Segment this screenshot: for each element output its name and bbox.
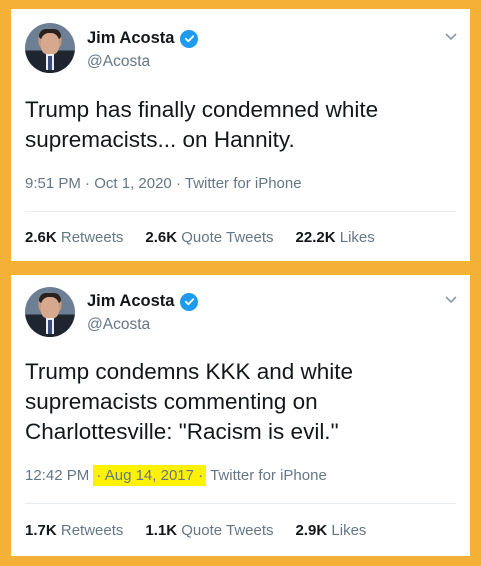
- tweet-stats: 2.6K Retweets 2.6K Quote Tweets 22.2K Li…: [25, 229, 375, 246]
- chevron-down-icon[interactable]: [444, 292, 458, 306]
- meta-separator: ·: [175, 175, 181, 192]
- meta-separator: ·: [198, 467, 204, 484]
- tweet-date[interactable]: Oct 1, 2020: [94, 175, 172, 192]
- chevron-down-icon[interactable]: [444, 29, 458, 43]
- retweets-count: 1.7K: [25, 522, 57, 539]
- meta-separator: ·: [85, 175, 91, 192]
- quote-tweets-stat[interactable]: 1.1K Quote Tweets: [145, 522, 273, 539]
- tweet-text-line: supremacists commenting on: [25, 389, 318, 414]
- quote-tweets-stat[interactable]: 2.6K Quote Tweets: [145, 229, 273, 246]
- likes-label: Likes: [339, 229, 375, 246]
- tweet-text-line: Trump condemns KKK and white: [25, 359, 354, 384]
- quote-tweets-count: 2.6K: [145, 229, 178, 246]
- author-handle[interactable]: @Acosta: [87, 316, 150, 334]
- tweet-source[interactable]: Twitter for iPhone: [185, 175, 302, 192]
- author-name-row[interactable]: Jim Acosta: [87, 292, 199, 311]
- retweets-stat[interactable]: 1.7K Retweets: [25, 522, 123, 539]
- avatar[interactable]: [25, 287, 75, 337]
- tweet-date[interactable]: Aug 14, 2017: [105, 467, 194, 484]
- retweets-label: Retweets: [60, 522, 124, 539]
- likes-stat[interactable]: 22.2K Likes: [296, 229, 375, 246]
- tweet-stats: 1.7K Retweets 1.1K Quote Tweets 2.9K Lik…: [25, 522, 366, 539]
- tweet-time[interactable]: 12:42 PM: [25, 467, 89, 484]
- author-name-row[interactable]: Jim Acosta: [87, 29, 199, 48]
- quote-tweets-count: 1.1K: [145, 522, 178, 539]
- tweet-text: Trump condemns KKK and white supremacist…: [25, 357, 455, 447]
- likes-stat[interactable]: 2.9K Likes: [296, 522, 367, 539]
- avatar[interactable]: [25, 23, 75, 73]
- divider: [25, 503, 456, 504]
- quote-tweets-label: Quote Tweets: [181, 229, 274, 246]
- likes-count: 2.9K: [295, 522, 328, 539]
- retweets-stat[interactable]: 2.6K Retweets: [25, 229, 123, 246]
- tweet-time[interactable]: 9:51 PM: [25, 175, 81, 192]
- divider: [25, 211, 456, 212]
- tweet-text: Trump has finally condemned white suprem…: [25, 95, 455, 155]
- author-name[interactable]: Jim Acosta: [87, 29, 174, 48]
- date-highlight: · Aug 14, 2017 ·: [93, 465, 207, 486]
- tweet-meta: 12:42 PM · Aug 14, 2017 · Twitter for iP…: [25, 465, 327, 486]
- verified-badge-icon: [180, 29, 199, 48]
- meta-separator: ·: [96, 467, 102, 484]
- tweet-text-line: supremacists... on Hannity.: [25, 127, 295, 152]
- retweets-label: Retweets: [60, 229, 124, 246]
- tweet-source[interactable]: Twitter for iPhone: [210, 467, 327, 484]
- tweet-card[interactable]: Jim Acosta @Acosta Trump condemns KKK an…: [11, 275, 470, 556]
- likes-label: Likes: [331, 522, 367, 539]
- author-name[interactable]: Jim Acosta: [87, 292, 174, 311]
- verified-badge-icon: [180, 292, 199, 311]
- likes-count: 22.2K: [295, 229, 336, 246]
- tweet-text-line: Charlottesville: "Racism is evil.": [25, 419, 339, 444]
- tweet-card[interactable]: Jim Acosta @Acosta Trump has finally con…: [11, 9, 470, 261]
- tweet-text-line: Trump has finally condemned white: [25, 97, 379, 122]
- quote-tweets-label: Quote Tweets: [181, 522, 274, 539]
- author-handle[interactable]: @Acosta: [87, 53, 150, 71]
- tweet-meta: 9:51 PM · Oct 1, 2020 · Twitter for iPho…: [25, 175, 302, 192]
- retweets-count: 2.6K: [25, 229, 57, 246]
- screenshot-frame: Jim Acosta @Acosta Trump has finally con…: [0, 0, 481, 566]
